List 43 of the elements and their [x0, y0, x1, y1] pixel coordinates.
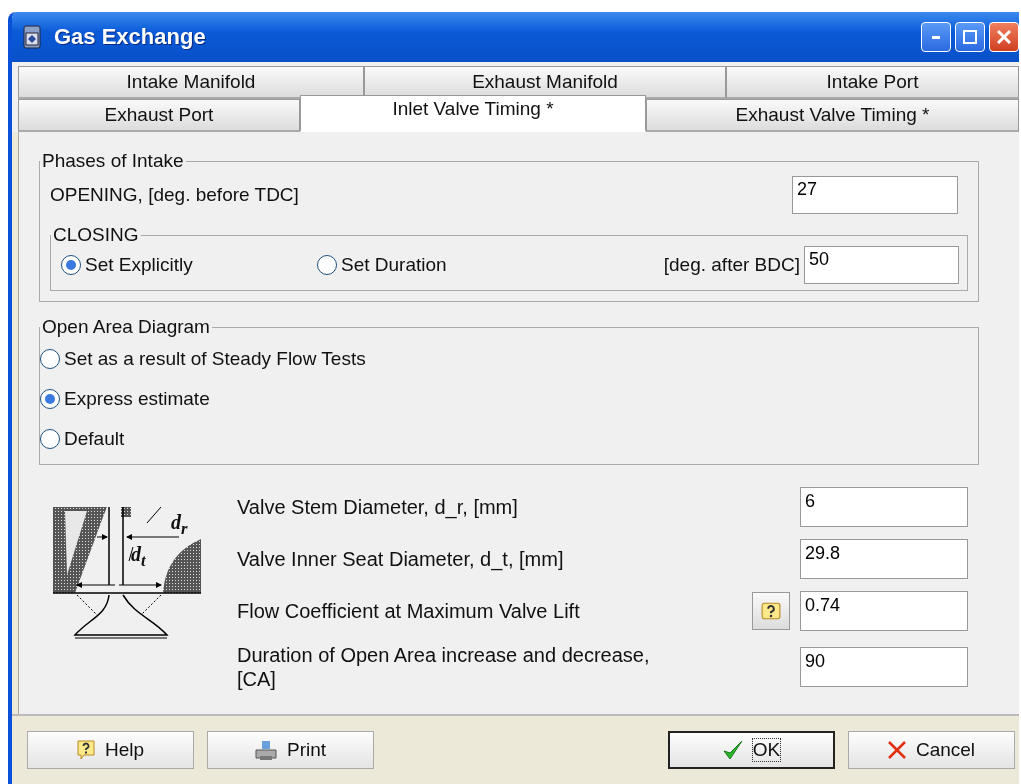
radio-option[interactable]: Default — [40, 428, 970, 450]
dimension-label: d$_{t}$ — [131, 543, 146, 571]
radio-option[interactable]: Set as a result of Steady Flow Tests — [40, 348, 970, 370]
checkmark-icon — [722, 740, 743, 760]
tab[interactable]: Inlet Valve Timing * — [300, 95, 646, 132]
window-title: Gas Exchange — [54, 24, 207, 50]
dimension-label: d$_{r}$ — [171, 511, 188, 539]
maximize-button[interactable] — [955, 22, 985, 52]
minimize-icon — [932, 35, 940, 39]
dialog-button[interactable]: OK — [668, 731, 835, 769]
help-button[interactable] — [752, 592, 790, 630]
tab[interactable]: Exhaust Manifold — [364, 66, 726, 99]
input-field[interactable]: 90 — [800, 647, 968, 687]
dialog-button[interactable]: Cancel — [848, 731, 1015, 769]
dialog-button[interactable]: Print — [207, 731, 374, 769]
tab[interactable]: Exhaust Valve Timing * — [646, 99, 1019, 132]
printer-icon — [254, 739, 277, 761]
field-label: Flow Coefficient at Maximum Valve Lift — [237, 599, 581, 623]
close-button[interactable] — [989, 22, 1019, 52]
help-icon — [76, 740, 95, 760]
input-field[interactable]: 29.8 — [800, 539, 968, 579]
dialog-button[interactable]: Help — [27, 731, 194, 769]
input-field[interactable]: 6 — [800, 487, 968, 527]
radio-option[interactable]: Set Duration — [317, 254, 664, 276]
input-field[interactable]: 0.74 — [800, 591, 968, 631]
minimize-button[interactable] — [921, 22, 951, 52]
input-field[interactable]: 50 — [804, 246, 959, 284]
close-icon — [997, 30, 1011, 44]
piston-icon — [22, 25, 42, 49]
input-field[interactable]: 27 — [792, 176, 958, 214]
field-label: Valve Inner Seat Diameter, d_t, [mm] — [237, 547, 565, 571]
tab[interactable]: Intake Manifold — [18, 66, 364, 99]
radio-option[interactable]: Set Explicitly — [61, 254, 317, 276]
field-label: OPENING, [deg. before TDC] — [50, 184, 299, 206]
radio-option[interactable]: Express estimate — [40, 388, 970, 410]
field-label: Duration of Open Area increase and decrease, [CA] — [237, 643, 651, 691]
tab[interactable]: Intake Port — [726, 66, 1019, 99]
field-label: Valve Stem Diameter, d_r, [mm] — [237, 495, 519, 519]
maximize-icon — [963, 30, 977, 44]
field-label: [deg. after BDC] — [663, 254, 800, 276]
tab[interactable]: Exhaust Port — [18, 99, 300, 132]
cross-icon — [887, 741, 906, 759]
help-icon — [761, 602, 781, 620]
